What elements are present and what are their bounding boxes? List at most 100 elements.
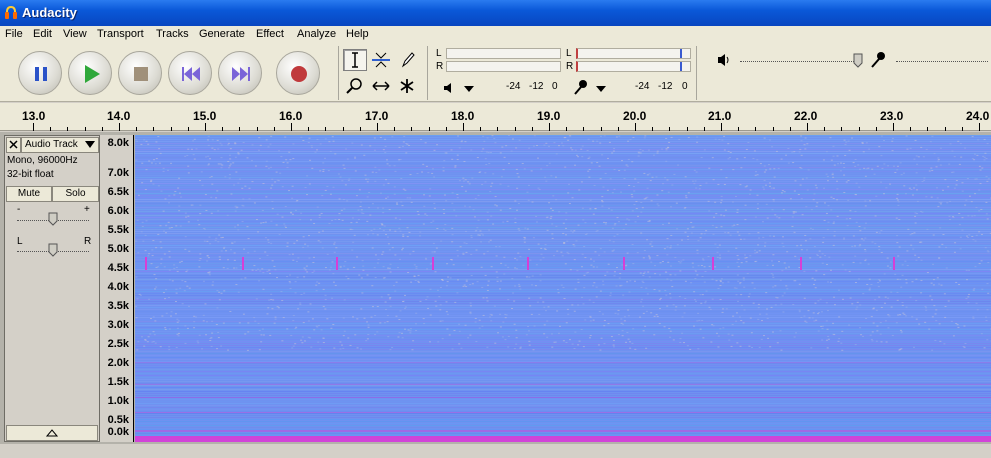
double-arrow-icon <box>372 81 390 91</box>
ruler-label: 16.0 <box>279 109 303 123</box>
meter-scale-b-1: -24 <box>635 81 650 92</box>
track-control-panel: Audio Track Mono, 96000Hz 32-bit float M… <box>4 135 100 442</box>
freq-label: 0.0k <box>107 426 129 438</box>
menu-generate[interactable]: Generate <box>199 28 245 40</box>
menu-bar: File Edit View Transport Tracks Generate… <box>0 26 991 44</box>
multi-tool[interactable] <box>395 75 419 97</box>
meter-scale-b-3: 0 <box>682 81 688 92</box>
freq-label: 6.5k <box>107 186 129 198</box>
ruler-label: 24.0 <box>966 109 990 123</box>
track-name: Audio Track <box>25 139 78 150</box>
status-bar <box>0 444 991 458</box>
magnifier-icon <box>346 78 362 94</box>
ruler-label: 18.0 <box>451 109 475 123</box>
freq-label: 0.5k <box>107 414 129 426</box>
audacity-app-icon <box>5 5 17 19</box>
slider-thumb-icon[interactable] <box>852 52 864 68</box>
record-button[interactable] <box>276 51 320 95</box>
skip-to-end-button[interactable] <box>218 51 262 95</box>
slider-thumb-icon[interactable] <box>48 243 58 257</box>
skip-to-end-icon <box>232 67 250 81</box>
record-meter-left[interactable] <box>576 48 691 59</box>
record-icon <box>291 66 307 82</box>
ruler-label: 14.0 <box>107 109 131 123</box>
skip-to-start-button[interactable] <box>168 51 212 95</box>
playback-meter-left[interactable] <box>446 48 561 59</box>
track-name-menu[interactable]: Audio Track <box>21 137 99 153</box>
menu-tracks[interactable]: Tracks <box>156 28 189 40</box>
menu-transport[interactable]: Transport <box>97 28 144 40</box>
freq-label: 5.0k <box>107 243 129 255</box>
meter-scale-b-2: -12 <box>658 81 673 92</box>
ruler-label: 19.0 <box>537 109 561 123</box>
freq-label: 6.0k <box>107 205 129 217</box>
speaker-icon <box>718 54 729 66</box>
freq-label: 3.0k <box>107 319 129 331</box>
play-button[interactable] <box>68 51 112 95</box>
ruler-label: 13.0 <box>22 109 46 123</box>
slider-thumb-icon[interactable] <box>48 212 58 226</box>
menu-analyze[interactable]: Analyze <box>297 28 336 40</box>
solo-button[interactable]: Solo <box>52 186 99 202</box>
input-volume-slider[interactable] <box>896 61 988 62</box>
microphone-icon <box>871 52 885 68</box>
meter-scale-a-3: 0 <box>552 81 558 92</box>
output-volume-slider[interactable] <box>740 61 858 62</box>
stop-icon <box>134 67 148 81</box>
stop-button[interactable] <box>118 51 162 95</box>
chevron-down-icon <box>85 141 95 148</box>
chevron-down-icon[interactable] <box>594 84 608 94</box>
speaker-icon[interactable] <box>442 81 456 95</box>
freq-label: 1.0k <box>107 395 129 407</box>
pause-button[interactable] <box>18 51 62 95</box>
ruler-label: 23.0 <box>880 109 904 123</box>
title-bar: Audacity <box>0 0 991 26</box>
menu-help[interactable]: Help <box>346 28 369 40</box>
freq-label: 4.5k <box>107 262 129 274</box>
spectrogram-image <box>135 135 991 442</box>
freq-label: 1.5k <box>107 376 129 388</box>
selection-tool[interactable] <box>343 49 367 71</box>
time-shift-tool[interactable] <box>369 75 393 97</box>
envelope-tool[interactable] <box>369 49 393 71</box>
close-track-button[interactable] <box>6 137 21 153</box>
meter-left-label: L <box>436 48 442 59</box>
menu-edit[interactable]: Edit <box>33 28 52 40</box>
track-format-info: Mono, 96000Hz 32-bit float <box>5 155 99 180</box>
draw-tool[interactable] <box>395 49 419 71</box>
frequency-ruler[interactable]: 8.0k 7.0k 6.5k 6.0k 5.5k 5.0k 4.5k 4.0k … <box>100 135 134 442</box>
close-icon <box>9 140 18 149</box>
menu-effect[interactable]: Effect <box>256 28 284 40</box>
gain-plus-label: + <box>84 204 90 215</box>
record-meter-right[interactable] <box>576 61 691 72</box>
mixer-toolbar <box>700 46 991 100</box>
freq-label: 2.5k <box>107 338 129 350</box>
window-title: Audacity <box>22 5 77 20</box>
playback-meter-right[interactable] <box>446 61 561 72</box>
microphone-icon[interactable] <box>572 78 590 96</box>
timeline-ruler[interactable]: 13.0 14.0 15.0 16.0 17.0 18.0 19.0 20.0 … <box>0 103 991 131</box>
gain-minus-label: - <box>17 204 21 215</box>
ibeam-icon <box>352 52 358 68</box>
meter-right-label: R <box>436 61 444 72</box>
mute-button[interactable]: Mute <box>6 186 52 202</box>
freq-label: 7.0k <box>107 167 129 179</box>
spectrogram-view[interactable] <box>135 135 991 442</box>
freq-label: 5.5k <box>107 224 129 236</box>
menu-view[interactable]: View <box>63 28 87 40</box>
rec-meter-right-label: R <box>566 61 574 72</box>
chevron-down-icon[interactable] <box>462 84 476 94</box>
meter-toolbar: L R L R -24 -12 0 -24 -12 0 <box>432 46 697 100</box>
skip-to-start-icon <box>182 67 200 81</box>
zoom-tool[interactable] <box>343 75 367 97</box>
envelope-icon <box>372 52 390 68</box>
collapse-track-button[interactable] <box>6 425 98 441</box>
freq-label: 2.0k <box>107 357 129 369</box>
collapse-arrow-icon <box>45 429 59 437</box>
menu-file[interactable]: File <box>5 28 23 40</box>
ruler-label: 15.0 <box>193 109 217 123</box>
track-bit-depth: 32-bit float <box>7 169 54 180</box>
pan-left-label: L <box>17 236 23 247</box>
track-rate: Mono, 96000Hz <box>7 155 78 166</box>
freq-label: 4.0k <box>107 281 129 293</box>
